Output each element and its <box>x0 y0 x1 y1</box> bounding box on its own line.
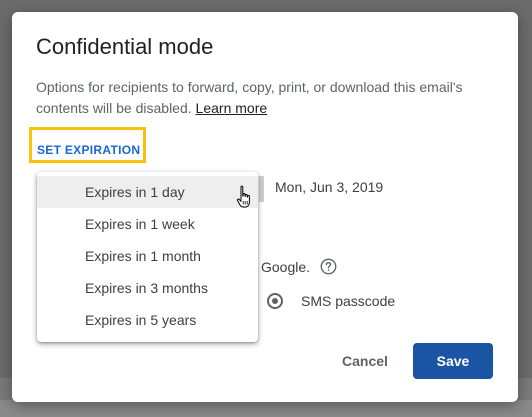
menu-item-1-day[interactable]: Expires in 1 day <box>37 176 258 208</box>
menu-item-5-years[interactable]: Expires in 5 years <box>37 304 258 336</box>
menu-item-3-months[interactable]: Expires in 3 months <box>37 272 258 304</box>
expiration-select-edge <box>259 176 264 202</box>
sms-passcode-radio[interactable] <box>267 293 283 309</box>
set-expiration-button[interactable]: SET EXPIRATION <box>37 143 140 157</box>
expiration-date: Mon, Jun 3, 2019 <box>275 179 384 195</box>
backdrop-strip <box>0 400 532 417</box>
expiration-dropdown-menu: Expires in 1 day Expires in 1 week Expir… <box>37 172 258 342</box>
cancel-button[interactable]: Cancel <box>332 343 398 379</box>
dialog-title: Confidential mode <box>36 34 214 59</box>
passcode-description: Google. <box>261 259 311 275</box>
hand-pointer-icon <box>236 185 250 208</box>
help-circle-icon[interactable] <box>320 258 337 275</box>
learn-more-link[interactable]: Learn more <box>196 100 268 116</box>
dialog-description: Options for recipients to forward, copy,… <box>36 77 506 119</box>
save-button[interactable]: Save <box>413 343 493 379</box>
menu-item-1-week[interactable]: Expires in 1 week <box>37 208 258 240</box>
sms-passcode-label: SMS passcode <box>301 293 396 309</box>
menu-item-1-month[interactable]: Expires in 1 month <box>37 240 258 272</box>
